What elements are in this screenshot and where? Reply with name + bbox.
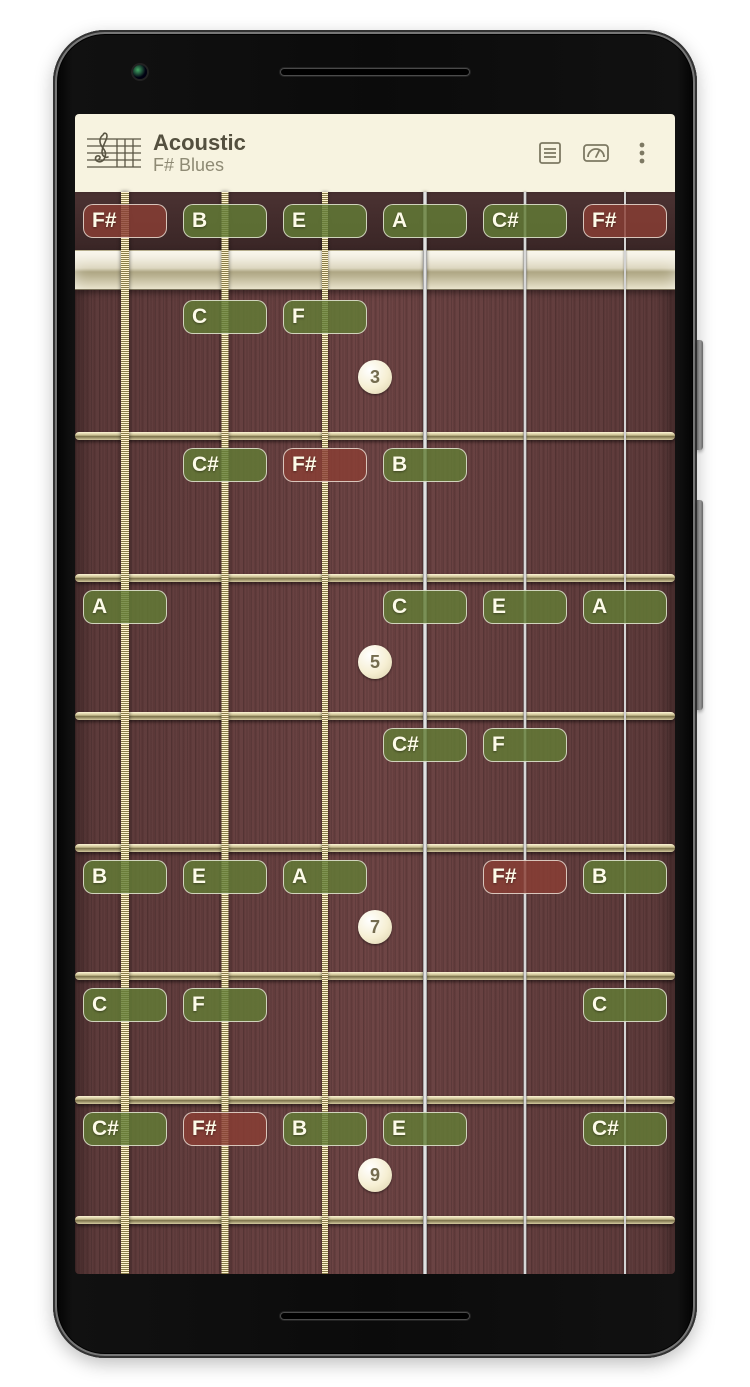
treble-clef-staff-icon[interactable] (85, 131, 143, 175)
open-note-string-1[interactable]: F# (583, 204, 667, 238)
note-label: B (92, 865, 107, 889)
fret-marker-3: 3 (358, 360, 392, 394)
guitar-nut (75, 250, 675, 290)
fretboard-wood[interactable]: C F 3 C# F# B A C E A 5 C# F B E A F# B 7 C F C C# F# B E C# 9 (75, 288, 675, 1274)
note-label: A (92, 595, 107, 619)
note-label: C (192, 305, 207, 329)
note-label: F# (92, 209, 117, 233)
note-fret-4-string-5[interactable]: C# (183, 448, 267, 482)
list-icon (536, 139, 564, 167)
note-label: A (592, 595, 607, 619)
note-label: A (292, 865, 307, 889)
phone-power-button[interactable] (697, 340, 703, 450)
note-label: C# (92, 1117, 119, 1141)
note-label: F# (292, 453, 317, 477)
header-title: Acoustic (153, 130, 527, 155)
note-label: B (392, 453, 407, 477)
fret-3: C F 3 (75, 288, 675, 436)
note-fret-5-string-6[interactable]: A (83, 590, 167, 624)
note-fret-3-string-5[interactable]: C (183, 300, 267, 334)
phone-bottom-speaker (280, 1312, 470, 1320)
note-label: F# (492, 865, 517, 889)
open-note-string-2[interactable]: C# (483, 204, 567, 238)
note-label: B (292, 1117, 307, 1141)
note-fret-5-string-1[interactable]: A (583, 590, 667, 624)
phone-top-bezel (53, 30, 697, 114)
overflow-menu-button[interactable] (619, 130, 665, 176)
phone-bottom-bezel (53, 1274, 697, 1358)
note-fret-5-string-3[interactable]: C (383, 590, 467, 624)
fret-6: C# F (75, 716, 675, 848)
note-label: C# (492, 209, 519, 233)
tuner-icon (581, 139, 611, 167)
fret-7: B E A F# B 7 (75, 848, 675, 976)
note-label: F (292, 305, 305, 329)
phone-frame: Acoustic F# Blues (53, 30, 697, 1358)
note-fret-7-string-4[interactable]: A (283, 860, 367, 894)
note-label: C (592, 993, 607, 1017)
fret-marker-5: 5 (358, 645, 392, 679)
note-fret-6-string-3[interactable]: C# (383, 728, 467, 762)
fret-10 (75, 1220, 675, 1274)
note-fret-4-string-3[interactable]: B (383, 448, 467, 482)
note-fret-9-string-4[interactable]: B (283, 1112, 367, 1146)
header-title-block[interactable]: Acoustic F# Blues (153, 130, 527, 176)
note-fret-3-string-4[interactable]: F (283, 300, 367, 334)
fret-marker-9: 9 (358, 1158, 392, 1192)
note-fret-9-string-6[interactable]: C# (83, 1112, 167, 1146)
note-fret-7-string-2[interactable]: F# (483, 860, 567, 894)
app-header: Acoustic F# Blues (75, 114, 675, 192)
note-fret-4-string-4[interactable]: F# (283, 448, 367, 482)
tuner-button[interactable] (573, 130, 619, 176)
note-label: E (392, 1117, 406, 1141)
note-fret-9-string-3[interactable]: E (383, 1112, 467, 1146)
open-note-string-5[interactable]: B (183, 204, 267, 238)
note-label: B (192, 209, 207, 233)
note-fret-7-string-6[interactable]: B (83, 860, 167, 894)
phone-screen: Acoustic F# Blues (75, 114, 675, 1274)
note-label: C# (592, 1117, 619, 1141)
note-fret-9-string-5[interactable]: F# (183, 1112, 267, 1146)
fret-8: CFC (75, 976, 675, 1100)
note-fret-7-string-5[interactable]: E (183, 860, 267, 894)
note-fret-6-string-2[interactable]: F (483, 728, 567, 762)
note-label: F (192, 993, 205, 1017)
note-label: C# (192, 453, 219, 477)
note-label: F (492, 733, 505, 757)
note-label: E (192, 865, 206, 889)
fretboard[interactable]: F#BEAC#F# CF3C#F#BACEA5C#FBEAF#B7CFCC#F#… (75, 192, 675, 1274)
fret-4: C# F# B (75, 436, 675, 578)
fret-5: A C E A 5 (75, 578, 675, 716)
phone-volume-button[interactable] (697, 500, 703, 710)
note-label: A (392, 209, 407, 233)
note-label: F# (192, 1117, 217, 1141)
note-label: E (492, 595, 506, 619)
header-subtitle: F# Blues (153, 155, 527, 176)
note-label: C (92, 993, 107, 1017)
note-label: E (292, 209, 306, 233)
open-string-row: F# B E A C# F# (75, 192, 675, 250)
more-vertical-icon (634, 140, 650, 166)
fret-marker-7: 7 (358, 910, 392, 944)
note-fret-8-string-1[interactable]: C (583, 988, 667, 1022)
open-note-string-3[interactable]: A (383, 204, 467, 238)
phone-earpiece (280, 68, 470, 76)
phone-front-camera (133, 65, 147, 79)
note-fret-8-string-5[interactable]: F (183, 988, 267, 1022)
note-fret-5-string-2[interactable]: E (483, 590, 567, 624)
note-fret-7-string-1[interactable]: B (583, 860, 667, 894)
open-note-string-4[interactable]: E (283, 204, 367, 238)
note-label: F# (592, 209, 617, 233)
sheet-view-button[interactable] (527, 130, 573, 176)
note-label: B (592, 865, 607, 889)
open-note-string-6[interactable]: F# (83, 204, 167, 238)
fret-9: C# F# B E C# 9 (75, 1100, 675, 1220)
note-label: C# (392, 733, 419, 757)
note-fret-9-string-1[interactable]: C# (583, 1112, 667, 1146)
note-fret-8-string-6[interactable]: C (83, 988, 167, 1022)
note-label: C (392, 595, 407, 619)
